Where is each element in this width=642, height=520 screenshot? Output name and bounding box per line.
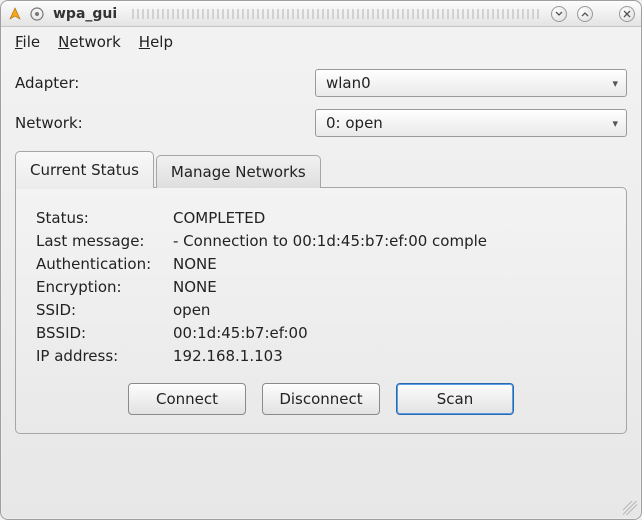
tab-bar: Current Status Manage Networks (15, 151, 627, 188)
tab-widget: Current Status Manage Networks Status:CO… (15, 151, 627, 434)
network-label: Network: (15, 114, 315, 132)
status-value: COMPLETED (173, 209, 606, 227)
window-title: wpa_gui (53, 6, 117, 22)
adapter-label: Adapter: (15, 74, 315, 92)
title-bar-grip[interactable] (129, 9, 541, 19)
adapter-dropdown[interactable]: wlan0 ▾ (315, 69, 627, 97)
tab-current-status[interactable]: Current Status (15, 151, 154, 188)
encryption-value: NONE (173, 278, 606, 296)
authentication-label: Authentication: (36, 255, 173, 273)
network-value: 0: open (326, 114, 383, 132)
menu-bar: File Network Help (1, 27, 641, 57)
ip-address-label: IP address: (36, 347, 173, 365)
resize-grip[interactable] (623, 501, 637, 515)
ip-address-value: 192.168.1.103 (173, 347, 606, 365)
last-message-value: - Connection to 00:1d:45:b7:ef:00 comple (173, 232, 606, 250)
window-icon (29, 6, 45, 22)
ssid-value: open (173, 301, 606, 319)
menu-help[interactable]: Help (139, 33, 173, 51)
ssid-label: SSID: (36, 301, 173, 319)
network-dropdown[interactable]: 0: open ▾ (315, 109, 627, 137)
title-bar[interactable]: wpa_gui (1, 1, 641, 27)
chevron-down-icon: ▾ (612, 77, 618, 90)
minimize-button[interactable] (551, 6, 567, 22)
button-row: Connect Disconnect Scan (36, 383, 606, 415)
bssid-value: 00:1d:45:b7:ef:00 (173, 324, 606, 342)
last-message-label: Last message: (36, 232, 173, 250)
tab-manage-networks[interactable]: Manage Networks (156, 155, 321, 188)
window-frame: wpa_gui File Network Help Adapter: wlan0… (0, 0, 642, 520)
bssid-label: BSSID: (36, 324, 173, 342)
encryption-label: Encryption: (36, 278, 173, 296)
adapter-value: wlan0 (326, 74, 371, 92)
adapter-row: Adapter: wlan0 ▾ (15, 69, 627, 97)
chevron-down-icon: ▾ (612, 117, 618, 130)
scan-button[interactable]: Scan (396, 383, 514, 415)
close-button[interactable] (619, 6, 635, 22)
app-menu-icon[interactable] (7, 6, 23, 22)
tab-page-current-status: Status:COMPLETED Last message:- Connecti… (15, 187, 627, 434)
connect-button[interactable]: Connect (128, 383, 246, 415)
client-area: Adapter: wlan0 ▾ Network: 0: open ▾ Curr… (1, 57, 641, 519)
authentication-value: NONE (173, 255, 606, 273)
network-row: Network: 0: open ▾ (15, 109, 627, 137)
disconnect-button[interactable]: Disconnect (262, 383, 380, 415)
status-label: Status: (36, 209, 173, 227)
maximize-button[interactable] (577, 6, 593, 22)
menu-network[interactable]: Network (58, 33, 121, 51)
menu-file[interactable]: File (15, 33, 40, 51)
